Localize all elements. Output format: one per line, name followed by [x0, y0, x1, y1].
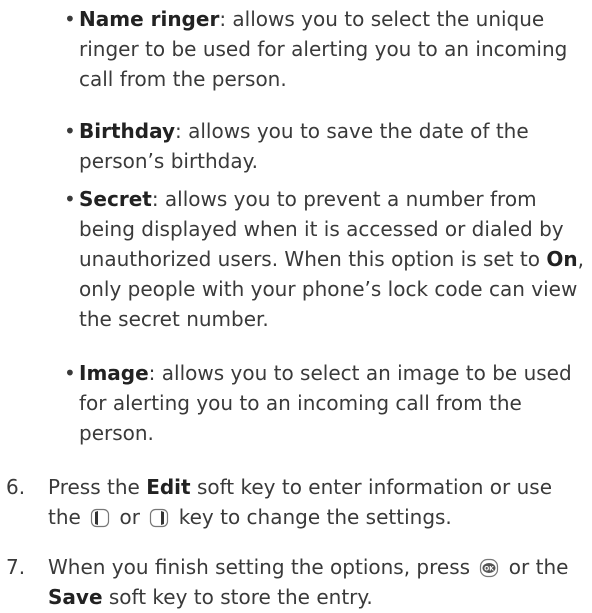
step-7-text-b: or the	[502, 555, 569, 579]
desc-image: : allows you to select an image to be us…	[79, 361, 572, 445]
step-7: 7. When you finish setting the options, …	[6, 552, 586, 612]
bullet-dot: •	[64, 187, 76, 211]
step-7-text-c: soft key to store the entry.	[102, 585, 373, 609]
edit-softkey-label: Edit	[146, 475, 191, 499]
term-birthday: Birthday	[79, 119, 175, 143]
term-secret: Secret	[79, 187, 152, 211]
step-7-text-a: When you finish setting the options, pre…	[48, 555, 477, 579]
on-value: On	[546, 247, 578, 271]
bullet-dot: •	[64, 119, 76, 143]
bullet-dot: •	[64, 361, 76, 385]
step-6-text-d: key to change the settings.	[172, 505, 452, 529]
manual-page: • Name ringer: allows you to select the …	[0, 0, 592, 613]
term-image: Image	[79, 361, 149, 385]
bullet-secret: • Secret: allows you to prevent a number…	[64, 184, 584, 334]
step-6-text-c: or	[113, 505, 147, 529]
desc-secret-a: : allows you to prevent a number from be…	[79, 187, 564, 271]
step-number: 6.	[6, 475, 26, 499]
step-6-text-a: Press the	[48, 475, 147, 499]
bullet-name-ringer: • Name ringer: allows you to select the …	[64, 4, 584, 94]
step-number: 7.	[6, 555, 26, 579]
right-nav-key-icon	[150, 508, 169, 528]
ok-key-label: OK	[485, 565, 495, 572]
term-name-ringer: Name ringer	[79, 7, 220, 31]
left-nav-key-icon	[91, 508, 110, 528]
save-softkey-label: Save	[48, 585, 103, 609]
step-6: 6. Press the Edit soft key to enter info…	[6, 472, 586, 532]
bullet-birthday: • Birthday: allows you to save the date …	[64, 116, 584, 176]
bullet-dot: •	[64, 7, 76, 31]
bullet-image: • Image: allows you to select an image t…	[64, 358, 584, 448]
ok-key-icon: OK	[480, 558, 499, 578]
